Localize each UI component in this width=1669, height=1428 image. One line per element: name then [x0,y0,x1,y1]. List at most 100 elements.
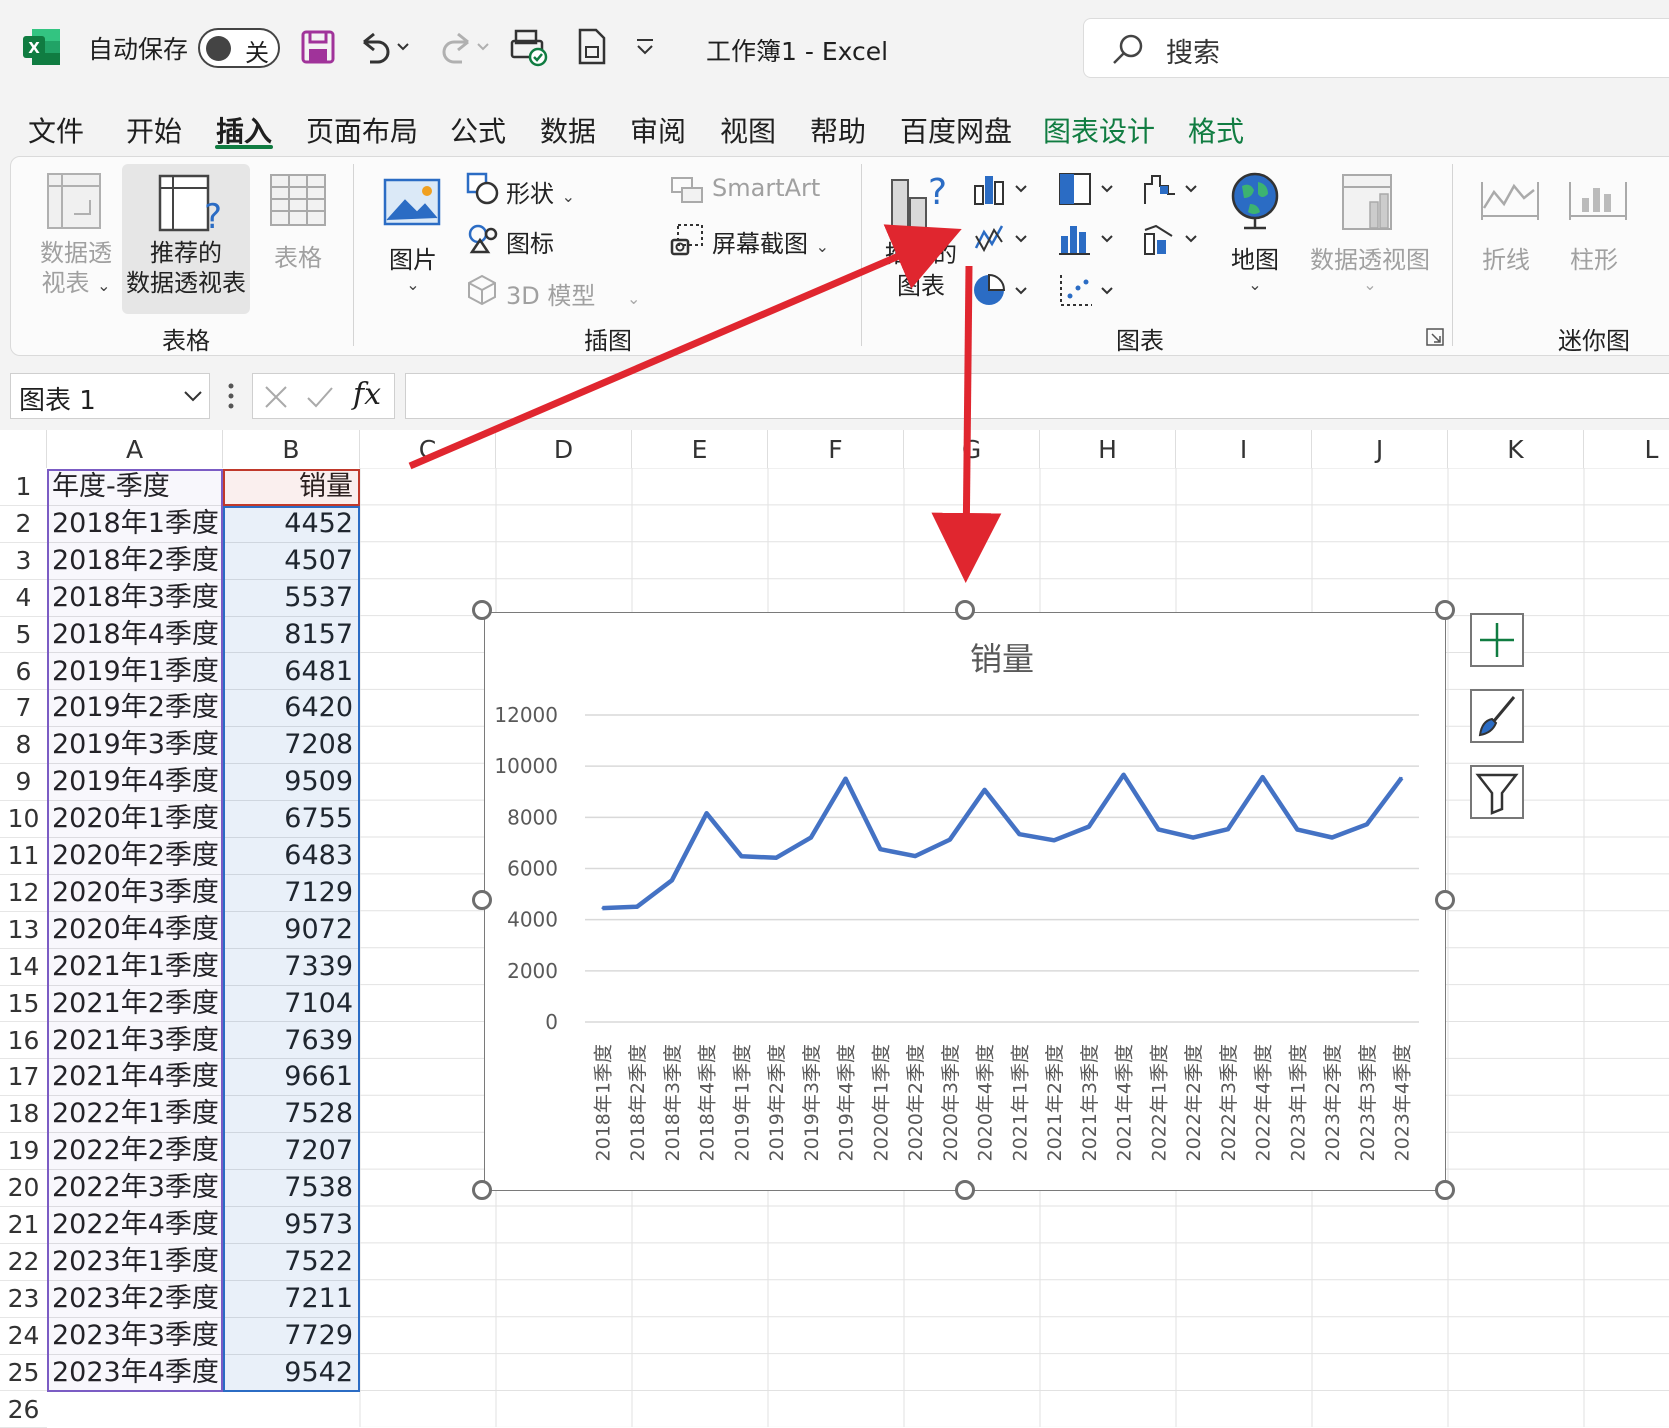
cell-sales[interactable]: 7104 [223,986,360,1023]
column-header-f[interactable]: F [768,430,904,468]
cell-quarter[interactable]: 2023年3季度 [47,1318,223,1355]
cell-quarter[interactable]: 2021年2季度 [47,986,223,1023]
resize-handle-top-left[interactable] [472,600,492,620]
cell-quarter[interactable]: 2020年4季度 [47,912,223,949]
data-point[interactable] [775,857,777,859]
header-cell-category[interactable]: 年度-季度 [47,469,223,506]
data-point[interactable] [1192,837,1194,839]
tab-page-layout[interactable]: 页面布局 [306,110,418,150]
row-header[interactable]: 22 [0,1244,47,1281]
cell-quarter[interactable]: 2018年3季度 [47,580,223,617]
resize-handle-right[interactable] [1435,890,1455,910]
tab-chart-design[interactable]: 图表设计 [1043,110,1155,150]
data-point[interactable] [1088,826,1090,828]
data-point[interactable] [984,789,986,791]
cell-quarter[interactable]: 2019年4季度 [47,764,223,801]
resize-handle-bottom-left[interactable] [472,1180,492,1200]
data-point[interactable] [1123,774,1125,776]
data-point[interactable] [1366,823,1368,825]
row-header[interactable]: 2 [0,506,47,543]
row-header[interactable]: 12 [0,875,47,912]
cell-sales[interactable]: 9661 [223,1059,360,1096]
save-icon[interactable] [300,29,336,65]
row-header[interactable]: 5 [0,617,47,654]
chart-styles-button[interactable] [1470,689,1524,743]
formula-input[interactable] [405,373,1669,419]
cell-sales[interactable]: 6481 [223,654,360,691]
row-header[interactable]: 3 [0,543,47,580]
cell-sales[interactable]: 9573 [223,1207,360,1244]
undo-icon[interactable] [356,28,412,66]
cell-quarter[interactable]: 2021年4季度 [47,1059,223,1096]
data-point[interactable] [706,812,708,814]
smartart-button[interactable]: SmartArt [712,174,820,202]
data-point[interactable] [636,906,638,908]
data-point[interactable] [1157,828,1159,830]
tab-formulas[interactable]: 公式 [450,110,506,150]
cell-sales[interactable]: 6420 [223,690,360,727]
row-header[interactable]: 15 [0,986,47,1023]
cell-sales[interactable]: 7211 [223,1281,360,1318]
maps-button[interactable]: 地图 ⌄ [1222,240,1288,294]
cell-sales[interactable]: 7208 [223,727,360,764]
resize-handle-top[interactable] [955,600,975,620]
sparkline-line-button[interactable]: 折线 [1482,240,1530,275]
row-header[interactable]: 19 [0,1133,47,1170]
column-header-h[interactable]: H [1040,430,1176,468]
column-header-b[interactable]: B [223,430,360,468]
cell-quarter[interactable]: 2019年2季度 [47,690,223,727]
data-point[interactable] [810,837,812,839]
cell-quarter[interactable]: 2022年1季度 [47,1096,223,1133]
tab-file[interactable]: 文件 [28,110,84,150]
column-header-g[interactable]: G [904,430,1040,468]
series-line[interactable] [602,775,1401,908]
line-chart[interactable]: 销量0200040006000800010000120002018年1季度201… [484,612,1446,1191]
row-header[interactable]: 16 [0,1023,47,1060]
row-header[interactable]: 7 [0,690,47,727]
cell-sales[interactable]: 4452 [223,506,360,543]
row-header[interactable]: 13 [0,912,47,949]
row-header[interactable]: 8 [0,727,47,764]
sparkline-column-button[interactable]: 柱形 [1570,240,1618,275]
tab-data[interactable]: 数据 [540,110,596,150]
data-point[interactable] [1053,839,1055,841]
cell-quarter[interactable]: 2019年3季度 [47,727,223,764]
data-point[interactable] [949,839,951,841]
cell-sales[interactable]: 6483 [223,838,360,875]
hierarchy-chart-icon[interactable] [1058,172,1120,206]
row-header[interactable]: 20 [0,1170,47,1207]
data-point[interactable] [914,855,916,857]
row-header[interactable]: 26 [0,1392,47,1428]
print-preview-icon[interactable] [510,27,550,67]
data-point[interactable] [601,907,603,909]
shapes-button[interactable]: 形状 ⌄ [506,174,575,209]
pivot-table-button[interactable]: 数据透 视表 ⌄ [36,238,116,301]
cell-sales[interactable]: 7207 [223,1133,360,1170]
data-point[interactable] [1401,777,1403,779]
insert-function-button[interactable]: fx [353,377,381,412]
row-header[interactable]: 10 [0,801,47,838]
row-header[interactable]: 23 [0,1281,47,1318]
column-header-k[interactable]: K [1448,430,1584,468]
redo-icon[interactable] [436,28,492,66]
tab-insert[interactable]: 插入 [216,110,272,150]
cell-sales[interactable]: 6755 [223,801,360,838]
data-point[interactable] [1018,833,1020,835]
column-header-c[interactable]: C [360,430,496,468]
resize-handle-bottom-right[interactable] [1435,1180,1455,1200]
cell-quarter[interactable]: 2020年2季度 [47,838,223,875]
table-button[interactable]: 表格 [262,238,334,273]
cell-quarter[interactable]: 2020年3季度 [47,875,223,912]
column-header-e[interactable]: E [632,430,768,468]
row-header[interactable]: 17 [0,1059,47,1096]
cell-sales[interactable]: 8157 [223,617,360,654]
tab-baidu-netdisk[interactable]: 百度网盘 [900,110,1012,150]
tab-format[interactable]: 格式 [1188,110,1244,150]
3d-model-button[interactable]: 3D 模型 ⌄ [506,276,640,311]
cell-quarter[interactable]: 2018年4季度 [47,617,223,654]
cell-quarter[interactable]: 2023年1季度 [47,1244,223,1281]
row-header[interactable]: 6 [0,654,47,691]
cell-sales[interactable]: 7528 [223,1096,360,1133]
row-header[interactable]: 24 [0,1318,47,1355]
row-header[interactable]: 18 [0,1096,47,1133]
